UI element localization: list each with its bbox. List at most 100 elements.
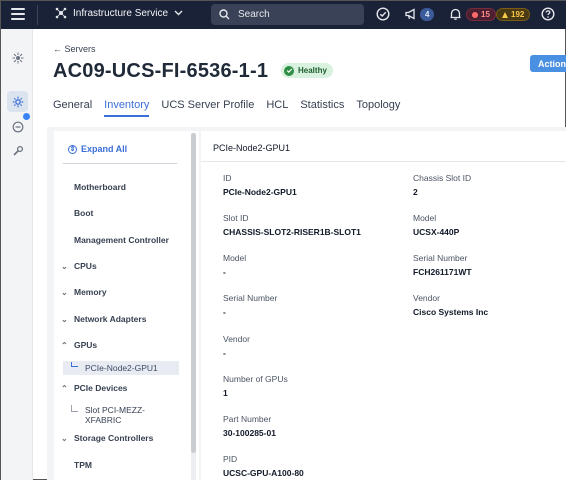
- tree-item-label: GPUs: [74, 340, 98, 350]
- tree-item-pcie-node2-gpu1[interactable]: PCIe-Node2-GPU1: [85, 363, 158, 373]
- expand-all-label: Expand All: [81, 144, 128, 154]
- field-label-vendor-chassis: Vendor: [413, 293, 440, 303]
- back-arrow-icon: ←: [53, 44, 62, 54]
- expand-icon: ⇕: [68, 144, 77, 154]
- critical-alarms-count: 15: [481, 10, 490, 19]
- tree-item-tpm[interactable]: TPM: [74, 460, 92, 470]
- chevron-down-icon: [174, 10, 183, 16]
- tree-divider: [63, 163, 177, 164]
- check-icon: [284, 65, 294, 76]
- service-selector[interactable]: Infrastructure Service: [55, 7, 189, 19]
- tree-item-slot-pci-mezz[interactable]: Slot PCI-MEZZ-: [85, 405, 145, 415]
- chevron-down-icon: ⌄: [61, 433, 68, 443]
- warning-alarms-badge[interactable]: 192: [496, 8, 531, 21]
- tree-item-label: Memory: [74, 287, 107, 297]
- tree-item-boot[interactable]: Boot: [74, 208, 93, 218]
- tree-item-pcie-devices[interactable]: ⌃ PCIe Devices: [61, 383, 127, 393]
- tree-connector: [71, 362, 78, 367]
- rail-item-overview[interactable]: [7, 47, 28, 68]
- rail-item-configure[interactable]: [7, 140, 28, 161]
- tree-item-label: CPUs: [74, 261, 97, 271]
- tree-item-memory[interactable]: ⌄ Memory: [61, 287, 107, 297]
- check-circle-icon[interactable]: [376, 7, 390, 21]
- tab-inventory[interactable]: Inventory: [104, 99, 150, 117]
- breadcrumb-servers[interactable]: Servers: [65, 44, 96, 54]
- megaphone-icon[interactable]: [404, 7, 418, 21]
- field-label-serial-chassis: Serial Number: [413, 253, 468, 263]
- expand-all-button[interactable]: ⇕ Expand All: [68, 144, 127, 154]
- tree-item-cpus[interactable]: ⌄ CPUs: [61, 261, 97, 271]
- field-value-vendor: -: [223, 348, 226, 358]
- chevron-down-icon: ⌄: [61, 287, 68, 297]
- field-value-id: PCIe-Node2-GPU1: [223, 187, 297, 197]
- gear-icon: [12, 96, 23, 107]
- tree-item-management-controller[interactable]: Management Controller: [74, 235, 169, 245]
- field-value-pid: UCSC-GPU-A100-80: [223, 468, 304, 478]
- tree-item-gpus[interactable]: ⌃ GPUs: [61, 340, 97, 350]
- rail-item-operate[interactable]: [7, 91, 28, 112]
- field-label-pid: PID: [223, 454, 238, 464]
- network-icon: [12, 52, 23, 63]
- tree-item-motherboard[interactable]: Motherboard: [74, 182, 126, 192]
- field-value-model: -: [223, 267, 226, 277]
- chevron-up-icon: ⌃: [61, 383, 68, 393]
- minus-circle-icon: [12, 121, 23, 132]
- field-value-number-of-gpus: 1: [223, 388, 228, 398]
- actions-button[interactable]: Actions: [530, 55, 566, 72]
- field-label-vendor: Vendor: [223, 334, 250, 344]
- field-label-slot-id: Slot ID: [223, 213, 249, 223]
- tree-connector: [71, 405, 78, 412]
- field-label-serial-number: Serial Number: [223, 293, 278, 303]
- page-title: AC09-UCS-FI-6536-1-1: [53, 60, 269, 82]
- menu-icon[interactable]: [11, 8, 25, 20]
- tab-ucs-server-profile[interactable]: UCS Server Profile: [161, 99, 254, 117]
- scrollbar-thumb[interactable]: [191, 133, 196, 453]
- chevron-down-icon: ⌄: [61, 261, 68, 271]
- field-label-id: ID: [223, 173, 232, 183]
- notifications-count-badge[interactable]: 4: [420, 8, 435, 21]
- breadcrumb[interactable]: ← Servers: [53, 44, 96, 54]
- health-status-label: Healthy: [298, 66, 327, 75]
- field-label-model: Model: [223, 253, 247, 263]
- tab-bar: General Inventory UCS Server Profile HCL…: [53, 99, 412, 117]
- service-name: Infrastructure Service: [73, 7, 169, 19]
- field-value-slot-id: CHASSIS-SLOT2-RISER1B-SLOT1: [223, 227, 361, 237]
- search-input[interactable]: Search: [211, 4, 364, 25]
- critical-alarm-icon: [472, 11, 478, 18]
- bell-icon[interactable]: [449, 7, 462, 21]
- field-label-model-chassis: Model: [413, 213, 437, 223]
- nav-rail: [1, 29, 33, 480]
- chevron-up-icon: ⌃: [61, 340, 68, 350]
- tab-hcl[interactable]: HCL: [266, 99, 288, 117]
- search-icon: [219, 9, 230, 20]
- field-value-part-number: 30-100285-01: [223, 428, 276, 438]
- service-icon: [55, 7, 67, 19]
- field-label-part-number: Part Number: [223, 414, 272, 424]
- help-icon[interactable]: [541, 7, 555, 21]
- field-value-model-chassis: UCSX-440P: [413, 227, 460, 237]
- wrench-icon: [12, 145, 23, 156]
- chevron-down-icon: ⌄: [61, 314, 68, 324]
- field-label-chassis-slot-id: Chassis Slot ID: [413, 173, 472, 183]
- field-value-vendor-chassis: Cisco Systems Inc: [413, 307, 489, 317]
- status-badge: Healthy: [281, 63, 333, 78]
- tab-statistics[interactable]: Statistics: [300, 99, 344, 117]
- field-label-number-of-gpus: Number of GPUs: [223, 374, 288, 384]
- tab-topology[interactable]: Topology: [356, 99, 400, 117]
- search-placeholder: Search: [238, 9, 270, 20]
- warning-triangle-icon: [502, 11, 508, 18]
- tree-item-storage-controllers[interactable]: ⌄ Storage Controllers: [61, 433, 153, 443]
- rail-notification-dot: [23, 113, 30, 120]
- tree-item-slot-pci-mezz-line2[interactable]: XFABRIC: [85, 415, 121, 425]
- warning-alarms-count: 192: [511, 10, 525, 19]
- top-bar: Infrastructure Service Search 4 15 192: [1, 1, 566, 29]
- detail-divider: [201, 161, 566, 162]
- detail-title: PCIe-Node2-GPU1: [213, 143, 291, 153]
- critical-alarms-badge[interactable]: 15: [466, 8, 496, 21]
- topbar-divider: [37, 5, 38, 25]
- tab-general[interactable]: General: [53, 99, 92, 117]
- tree-item-label: PCIe Devices: [74, 383, 128, 393]
- tree-item-network-adapters[interactable]: ⌄ Network Adapters: [61, 314, 146, 324]
- tree-item-label: Storage Controllers: [74, 433, 154, 443]
- tree-scrollbar[interactable]: [191, 133, 196, 480]
